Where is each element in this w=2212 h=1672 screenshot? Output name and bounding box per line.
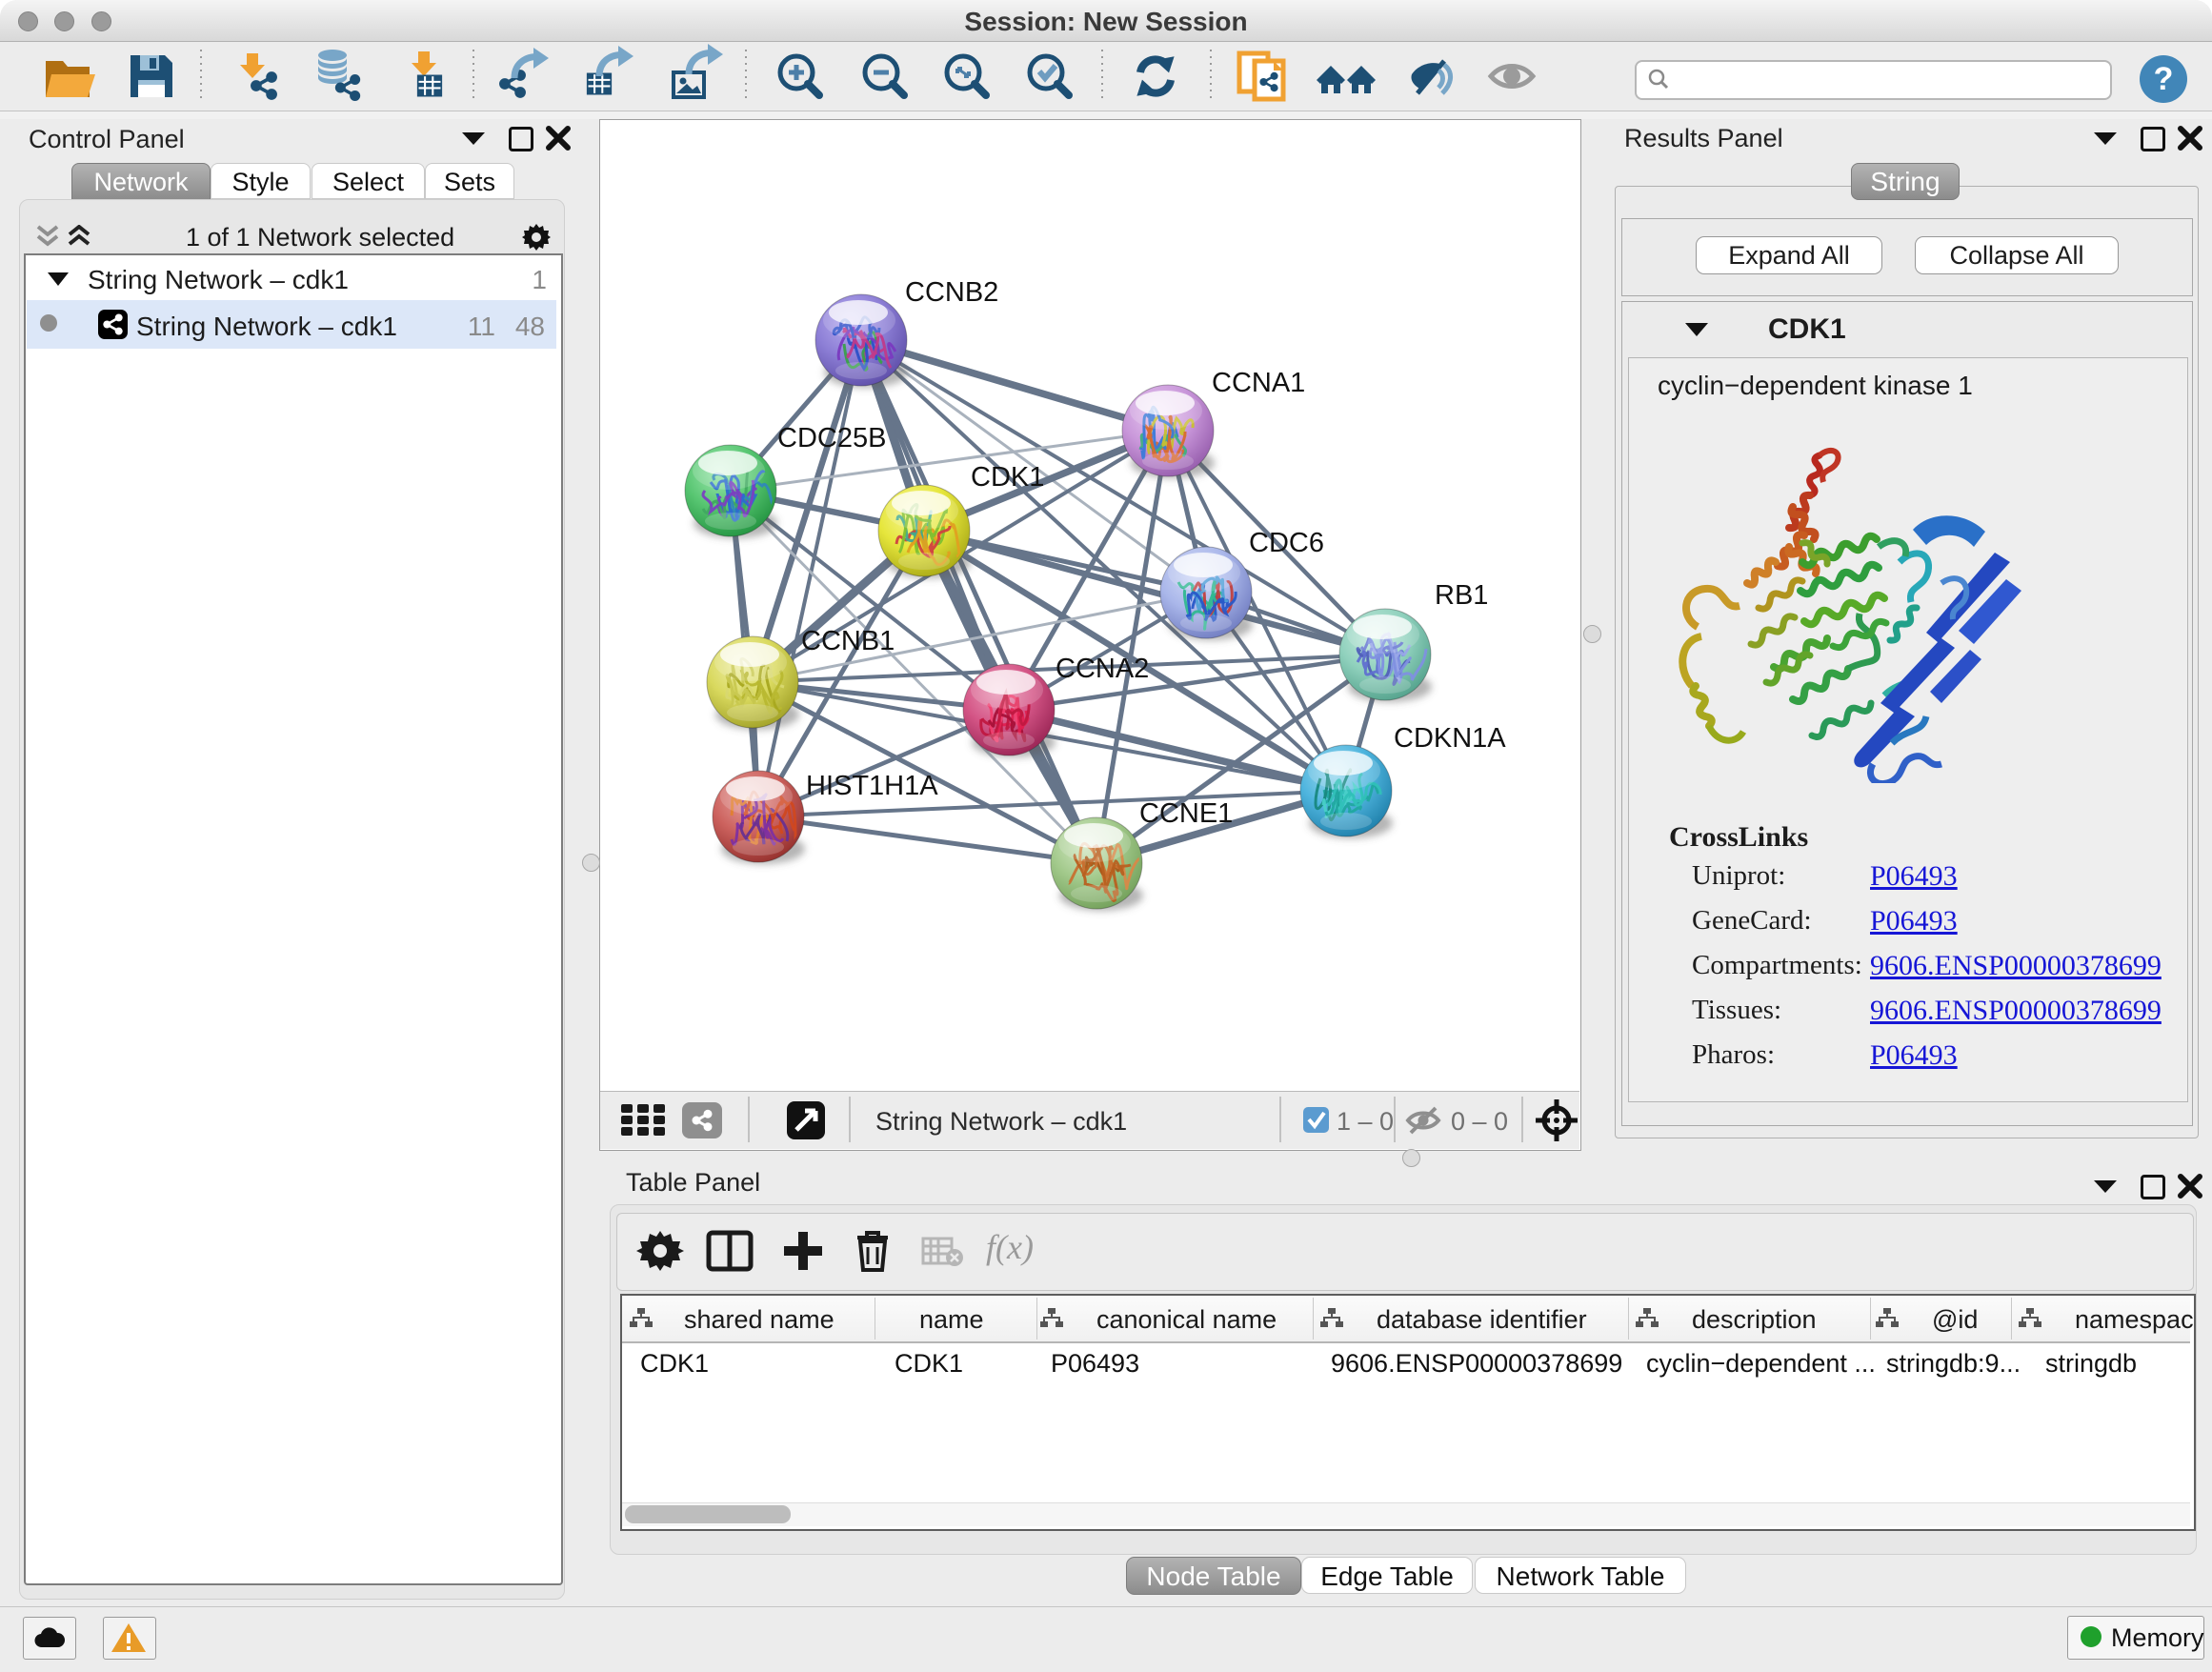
svg-text:CCNB1: CCNB1 (801, 626, 895, 656)
svg-text:RB1: RB1 (1435, 580, 1488, 611)
svg-text:CDC6: CDC6 (1249, 528, 1324, 558)
svg-text:CCNB2: CCNB2 (905, 277, 998, 308)
svg-text:CCNE1: CCNE1 (1139, 798, 1233, 829)
svg-text:CCNA2: CCNA2 (1056, 654, 1149, 684)
svg-text:CDK1: CDK1 (971, 462, 1044, 493)
svg-text:CDKN1A: CDKN1A (1394, 723, 1506, 754)
svg-text:CDC25B: CDC25B (777, 423, 886, 453)
svg-text:HIST1H1A: HIST1H1A (806, 771, 938, 801)
svg-text:CCNA1: CCNA1 (1212, 368, 1305, 398)
